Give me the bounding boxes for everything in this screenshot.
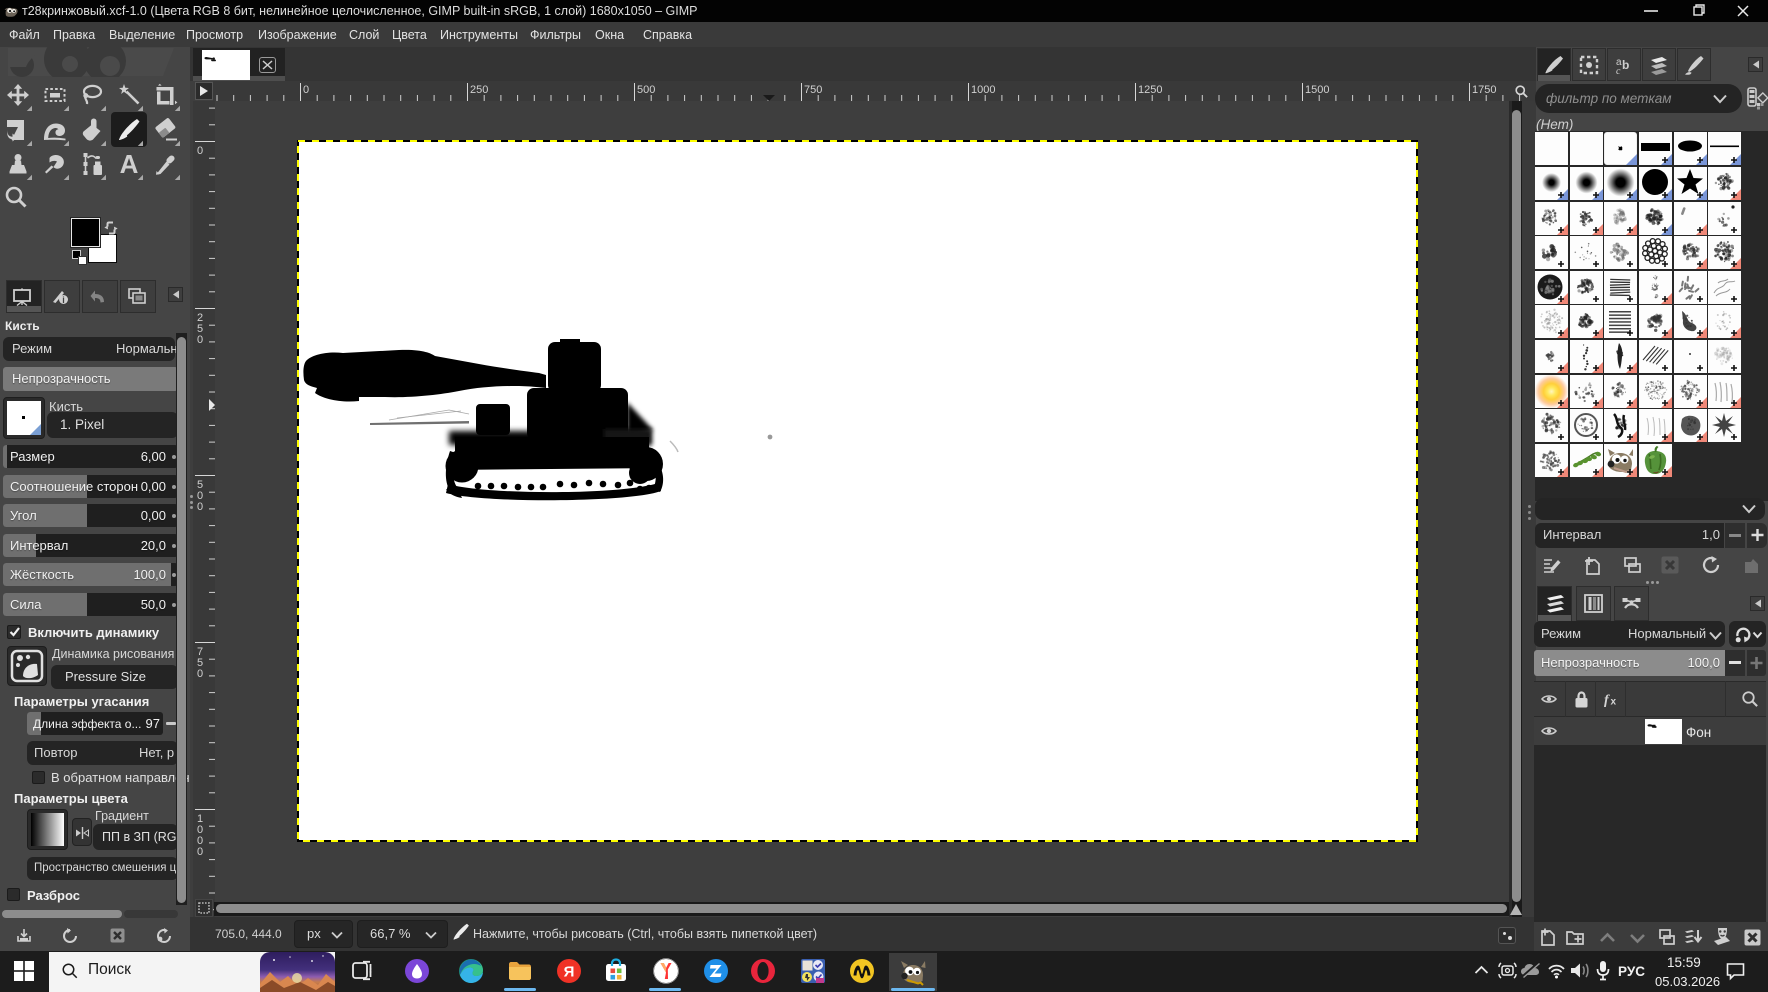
svg-text:Я: Я [564, 964, 575, 981]
